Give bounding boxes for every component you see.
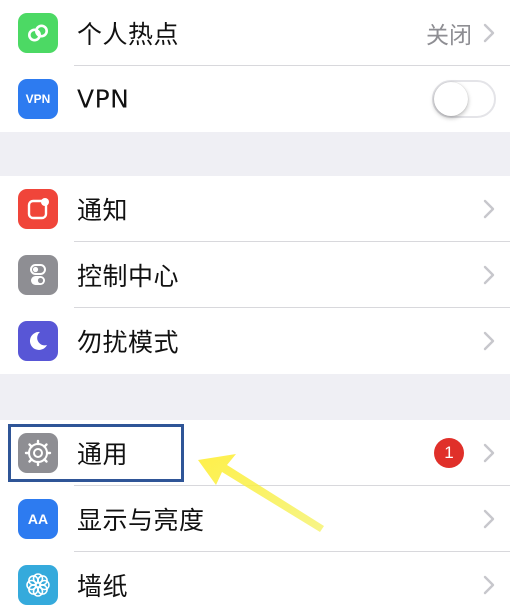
- chevron-right-icon: [483, 199, 495, 219]
- chevron-right-icon: [483, 575, 495, 595]
- settings-group-network: 个人热点 关闭 VPN VPN: [0, 0, 510, 132]
- settings-row-label: 勿扰模式: [77, 328, 180, 357]
- settings-row-do-not-disturb[interactable]: 勿扰模式: [0, 308, 510, 374]
- hotspot-icon: [18, 13, 58, 53]
- update-badge: 1: [434, 438, 464, 468]
- wallpaper-icon: [18, 565, 58, 605]
- chevron-right-icon: [483, 265, 495, 285]
- settings-row-label: 通知: [77, 196, 129, 225]
- notification-icon: [18, 189, 58, 229]
- settings-group-notifications: 通知 控制中心 勿扰模式: [0, 176, 510, 374]
- display-brightness-icon: AA: [18, 499, 58, 539]
- control-center-icon: [18, 255, 58, 295]
- settings-row-notifications[interactable]: 通知: [0, 176, 510, 242]
- settings-row-vpn[interactable]: VPN VPN: [0, 66, 510, 132]
- settings-row-control-center[interactable]: 控制中心: [0, 242, 510, 308]
- toggle-knob: [434, 82, 468, 116]
- settings-row-label: 显示与亮度: [77, 506, 205, 535]
- settings-row-label: 墙纸: [77, 572, 129, 601]
- settings-row-label: 个人热点: [77, 20, 180, 49]
- vpn-icon: VPN: [18, 79, 58, 119]
- vpn-icon-text: VPN: [25, 92, 51, 106]
- settings-row-wallpaper[interactable]: 墙纸: [0, 552, 510, 607]
- settings-row-general[interactable]: 通用 1: [0, 420, 510, 486]
- display-icon-text: AA: [27, 511, 49, 527]
- chevron-right-icon: [483, 509, 495, 529]
- moon-icon: [18, 321, 58, 361]
- hotspot-status-value: 关闭: [426, 23, 472, 49]
- vpn-toggle[interactable]: [432, 80, 496, 118]
- settings-row-label: VPN: [77, 84, 130, 114]
- chevron-right-icon: [483, 23, 495, 43]
- settings-row-label: 通用: [77, 440, 129, 469]
- settings-screen: 个人热点 关闭 VPN VPN 通知 控制中心 勿扰模式 通用 1 AA 显示与…: [0, 0, 510, 607]
- chevron-right-icon: [483, 443, 495, 463]
- settings-row-display-brightness[interactable]: AA 显示与亮度: [0, 486, 510, 552]
- chevron-right-icon: [483, 331, 495, 351]
- settings-row-label: 控制中心: [77, 262, 180, 291]
- settings-group-general: 通用 1 AA 显示与亮度 墙纸: [0, 420, 510, 607]
- settings-row-personal-hotspot[interactable]: 个人热点 关闭: [0, 0, 510, 66]
- gear-icon: [18, 433, 58, 473]
